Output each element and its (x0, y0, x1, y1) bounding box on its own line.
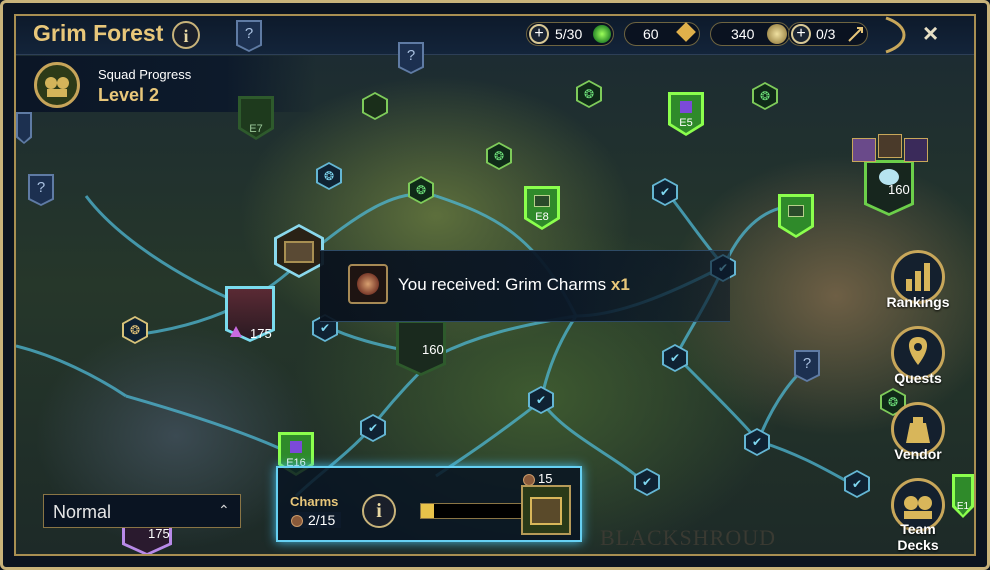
add-keys-button[interactable]: + (791, 24, 811, 44)
boss-level: 175 (148, 526, 170, 541)
loot-icon (852, 138, 876, 162)
charm-bag-icon (291, 515, 303, 527)
boss-level: 160 (422, 342, 444, 357)
difficulty-value: Normal (53, 502, 112, 522)
energy-value: 5/30 (555, 26, 583, 42)
bow-icon (885, 16, 906, 54)
rankings-label: Rankings (886, 294, 950, 310)
charms-progress-bar (420, 503, 522, 519)
gold-diamond-icon (676, 22, 696, 42)
squad-progress-label: Squad Progress (98, 67, 192, 82)
squad-emblem-icon[interactable] (34, 62, 80, 108)
unknown-node[interactable]: ? (794, 350, 820, 382)
toast-message: You received: Grim Charms x1 (398, 275, 630, 295)
grim-charm-icon (348, 264, 388, 304)
silver-counter: 340 (710, 22, 790, 46)
loot-potion-icon (904, 138, 928, 162)
reward-cost: 15 (538, 471, 553, 486)
toast-text: You received: Grim Charms (398, 275, 607, 294)
unknown-node[interactable]: ? (236, 20, 262, 52)
quests-label: Quests (894, 370, 942, 386)
region-label: BLACKSHROUD (600, 525, 777, 550)
chevron-up-icon: ⌃ (218, 502, 230, 518)
vendor-label: Vendor (894, 446, 942, 462)
info-button[interactable]: i (172, 21, 200, 49)
unknown-node[interactable]: ? (398, 42, 424, 74)
loot-chest-icon (878, 134, 902, 158)
charms-title: Charms (290, 494, 339, 509)
toast-quantity: x1 (610, 275, 630, 294)
difficulty-triangle-icon (230, 326, 242, 337)
close-button[interactable]: × (923, 18, 938, 49)
charms-info-button[interactable]: i (362, 494, 396, 528)
gems-counter: 60 (624, 22, 700, 46)
keys-value: 0/3 (816, 26, 836, 42)
team-decks-label: Team Decks (897, 521, 939, 553)
gems-value: 60 (643, 26, 659, 42)
energy-counter: + 5/30 (526, 22, 614, 46)
green-gem-icon (593, 25, 611, 43)
silver-value: 340 (731, 26, 755, 42)
charms-progress-fill (421, 504, 434, 518)
boss-level: 175 (250, 326, 272, 341)
boss-level: 160 (888, 182, 910, 197)
keys-counter: + 0/3 (788, 22, 868, 46)
chest-icon (284, 241, 314, 263)
chest-icon (530, 497, 562, 525)
add-energy-button[interactable]: + (529, 24, 549, 44)
squad-level: Level 2 (98, 85, 160, 105)
page-title: Grim Forest (33, 20, 164, 46)
unknown-node[interactable]: ? (28, 174, 54, 206)
unknown-node[interactable] (16, 112, 32, 144)
charm-reward-chest[interactable] (521, 485, 571, 535)
arrow-key-icon (847, 25, 865, 43)
silver-coin-icon (767, 24, 787, 44)
